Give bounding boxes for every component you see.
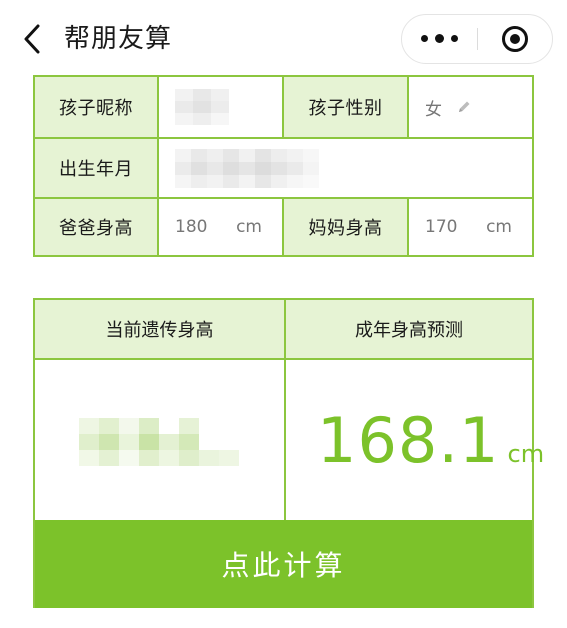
birth-field[interactable] [159, 139, 532, 197]
mini-program-capsule [401, 14, 553, 64]
form-row-heights: 爸爸身高 180 cm 妈妈身高 170 cm [35, 197, 532, 255]
blurred-current-height [79, 418, 239, 466]
target-circle-icon [502, 25, 528, 52]
mother-height-field[interactable]: 170 cm [409, 199, 532, 255]
form-row-birth: 出生年月 [35, 137, 532, 197]
mother-height-unit: cm [486, 217, 512, 237]
adult-height-unit: cm [507, 440, 545, 468]
gender-value: 女 [425, 99, 442, 120]
back-button[interactable] [18, 22, 48, 56]
gender-label: 孩子性别 [284, 77, 409, 137]
father-height-label: 爸爸身高 [35, 199, 159, 255]
form-row-name-gender: 孩子昵称 孩子性别 女 [35, 77, 532, 137]
adult-height-prediction: 168.1 cm [317, 404, 544, 478]
father-height-unit: cm [236, 217, 262, 237]
current-height-cell [35, 360, 284, 520]
mother-height-label: 妈妈身高 [284, 199, 409, 255]
nav-bar: 帮朋友算 [0, 0, 567, 76]
result-panel: 当前遗传身高 成年身高预测 168.1 cm 点此计算 [33, 298, 544, 608]
blurred-nickname [175, 89, 229, 125]
calculate-button[interactable]: 点此计算 [35, 520, 532, 608]
more-button[interactable] [402, 15, 477, 62]
father-height-value: 180 [175, 217, 208, 237]
nickname-label: 孩子昵称 [35, 77, 159, 137]
adult-height-header: 成年身高预测 [286, 300, 532, 360]
page-title: 帮朋友算 [64, 24, 173, 54]
mother-height-value: 170 [425, 217, 458, 237]
blurred-birth-date [175, 148, 319, 188]
adult-height-value: 168.1 [317, 404, 500, 477]
father-height-field[interactable]: 180 cm [159, 199, 284, 255]
nickname-field[interactable] [159, 77, 284, 137]
pencil-icon [459, 101, 470, 112]
gender-field[interactable]: 女 [409, 77, 532, 137]
chevron-left-icon [24, 24, 40, 54]
current-height-header: 当前遗传身高 [35, 300, 284, 360]
close-button[interactable] [478, 15, 552, 62]
birth-label: 出生年月 [35, 139, 159, 197]
input-form: 孩子昵称 孩子性别 女 出生年月 爸爸身高 180 cm 妈妈身高 170 cm [33, 75, 534, 257]
more-dots-icon [421, 35, 428, 42]
